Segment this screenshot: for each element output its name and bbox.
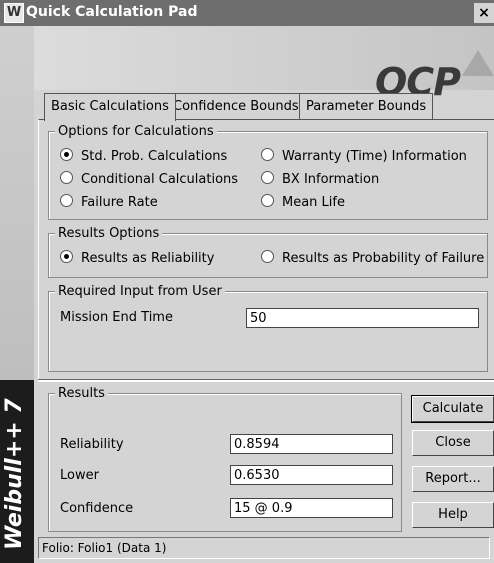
- option-failure-rate[interactable]: Failure Rate: [60, 194, 158, 210]
- option-label: BX Information: [282, 172, 380, 187]
- option-label: Mean Life: [282, 195, 345, 210]
- tab-confidence-bounds[interactable]: Confidence Bounds: [166, 93, 306, 119]
- option-label: Results as Probability of Failure: [282, 251, 485, 266]
- title-bar[interactable]: W Quick Calculation Pad ×: [0, 0, 494, 26]
- option-warranty-time-information[interactable]: Warranty (Time) Information: [261, 148, 467, 164]
- option-label: Failure Rate: [81, 195, 158, 210]
- required-input-legend: Required Input from User: [55, 284, 225, 299]
- radio-icon[interactable]: [261, 148, 274, 161]
- option-results-as-reliability[interactable]: Results as Reliability: [60, 250, 214, 266]
- qcp-logo-mark-icon: [462, 50, 494, 76]
- radio-icon[interactable]: [60, 194, 73, 207]
- tab-basic-calculations[interactable]: Basic Calculations: [44, 93, 176, 121]
- quick-calculation-pad-window: W Quick Calculation Pad × Weibull++ 7 QC…: [0, 0, 494, 563]
- calculate-button[interactable]: Calculate: [411, 395, 494, 423]
- option-bx-information[interactable]: BX Information: [261, 171, 379, 187]
- confidence-value-field[interactable]: 15 @ 0.9: [230, 498, 393, 518]
- radio-selected-icon[interactable]: [60, 250, 73, 263]
- section-divider: [38, 379, 494, 382]
- radio-icon[interactable]: [261, 250, 274, 263]
- help-button[interactable]: Help: [412, 502, 494, 528]
- option-label: Warranty (Time) Information: [282, 149, 467, 164]
- weibull-side-logo: Weibull++ 7: [2, 398, 27, 550]
- option-mean-life[interactable]: Mean Life: [261, 194, 345, 210]
- window-title: Quick Calculation Pad: [26, 4, 198, 20]
- header-banner: QCP: [34, 26, 494, 104]
- radio-icon[interactable]: [60, 171, 73, 184]
- status-bar: Folio: Folio1 (Data 1): [38, 537, 490, 559]
- close-window-icon[interactable]: ×: [474, 3, 494, 23]
- option-std-prob-calculations[interactable]: Std. Prob. Calculations: [60, 148, 227, 164]
- mission-end-time-input[interactable]: 50: [246, 308, 479, 328]
- close-button[interactable]: Close: [412, 430, 494, 456]
- lower-value-field[interactable]: 0.6530: [230, 465, 393, 485]
- radio-icon[interactable]: [261, 171, 274, 184]
- tab-parameter-bounds[interactable]: Parameter Bounds: [299, 93, 434, 119]
- options-group-legend: Options for Calculations: [55, 124, 217, 139]
- option-results-as-probability-of-failure[interactable]: Results as Probability of Failure: [261, 250, 484, 266]
- option-label: Std. Prob. Calculations: [81, 149, 228, 164]
- reliability-label: Reliability: [60, 437, 124, 452]
- confidence-label: Confidence: [60, 501, 134, 516]
- option-label: Results as Reliability: [81, 251, 215, 266]
- option-conditional-calculations[interactable]: Conditional Calculations: [60, 171, 238, 187]
- reliability-value-field[interactable]: 0.8594: [230, 434, 393, 454]
- radio-icon[interactable]: [261, 194, 274, 207]
- results-options-legend: Results Options: [55, 226, 163, 241]
- mission-end-time-label: Mission End Time: [60, 310, 173, 325]
- lower-label: Lower: [60, 468, 99, 483]
- radio-selected-icon[interactable]: [60, 148, 73, 161]
- required-input-group: Required Input from User: [48, 284, 488, 372]
- option-label: Conditional Calculations: [81, 172, 239, 187]
- weibull-app-icon[interactable]: W: [4, 3, 24, 23]
- report-button[interactable]: Report...: [412, 466, 494, 492]
- results-legend: Results: [55, 386, 108, 401]
